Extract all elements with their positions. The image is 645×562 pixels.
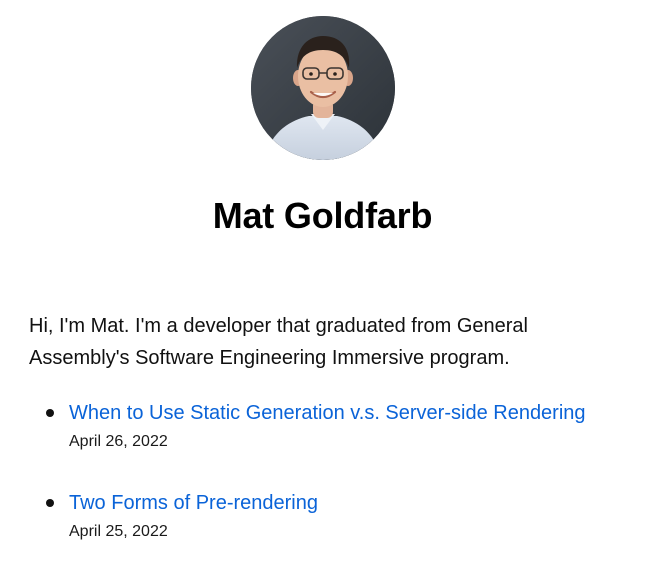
profile-header: Mat Goldfarb [0,16,645,236]
bullet-icon [46,409,54,417]
profile-photo-icon [250,16,395,160]
post-item: Two Forms of Pre-rendering April 25, 202… [29,486,639,540]
intro-text: Hi, I'm Mat. I'm a developer that gradua… [29,315,528,369]
post-list: When to Use Static Generation v.s. Serve… [29,396,639,540]
profile-name: Mat Goldfarb [212,195,433,236]
bullet-icon [46,499,54,507]
post-link[interactable]: Two Forms of Pre-rendering [69,486,639,520]
post-date: April 26, 2022 [69,433,168,450]
page: Mat Goldfarb Hi, I'm Mat. I'm a develope… [0,0,645,562]
avatar [250,16,395,160]
post-item: When to Use Static Generation v.s. Serve… [29,396,639,450]
post-date: April 25, 2022 [69,523,168,540]
post-link[interactable]: When to Use Static Generation v.s. Serve… [69,396,639,430]
